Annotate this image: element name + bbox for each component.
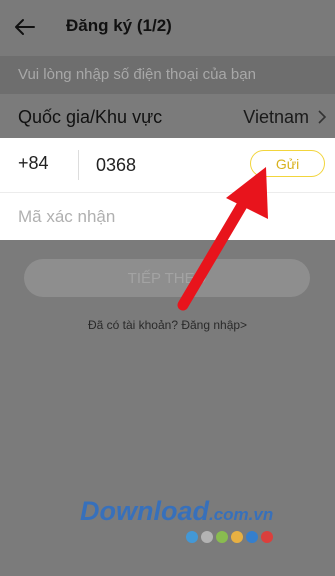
country-value: Vietnam [243,107,309,127]
send-code-button[interactable]: Gửi [250,150,325,177]
watermark-dot [216,531,228,543]
watermark-dot [186,531,198,543]
app-header: Đăng ký (1/2) [0,0,335,56]
divider [78,150,79,180]
watermark-main: Download [80,496,209,526]
watermark-suffix: .com.vn [209,505,274,524]
watermark-dot [201,531,213,543]
watermark-dot [231,531,243,543]
verification-code-input[interactable] [18,202,318,232]
page-title: Đăng ký (1/2) [66,16,172,35]
divider [0,192,335,193]
watermark-dots [186,530,276,544]
watermark-dot [246,531,258,543]
phone-number-input[interactable] [96,150,236,180]
watermark-logo: Download.com.vn [80,496,273,527]
phone-row: +84 Gửi [0,138,335,192]
next-button[interactable]: TIẾP THEO [24,259,310,297]
login-link[interactable]: Đã có tài khoản? Đăng nhập> [0,318,335,332]
country-selector[interactable]: Quốc gia/Khu vực Vietnam [0,94,335,138]
chevron-right-icon [318,110,327,124]
registration-form: +84 Gửi [0,138,335,240]
hint-bar: Vui lòng nhập số điện thoại của bạn [0,56,335,94]
hint-text: Vui lòng nhập số điện thoại của bạn [18,66,256,83]
back-arrow-icon[interactable] [14,16,36,38]
country-code[interactable]: +84 [18,153,49,174]
country-label: Quốc gia/Khu vực [18,107,163,127]
watermark-dot [261,531,273,543]
